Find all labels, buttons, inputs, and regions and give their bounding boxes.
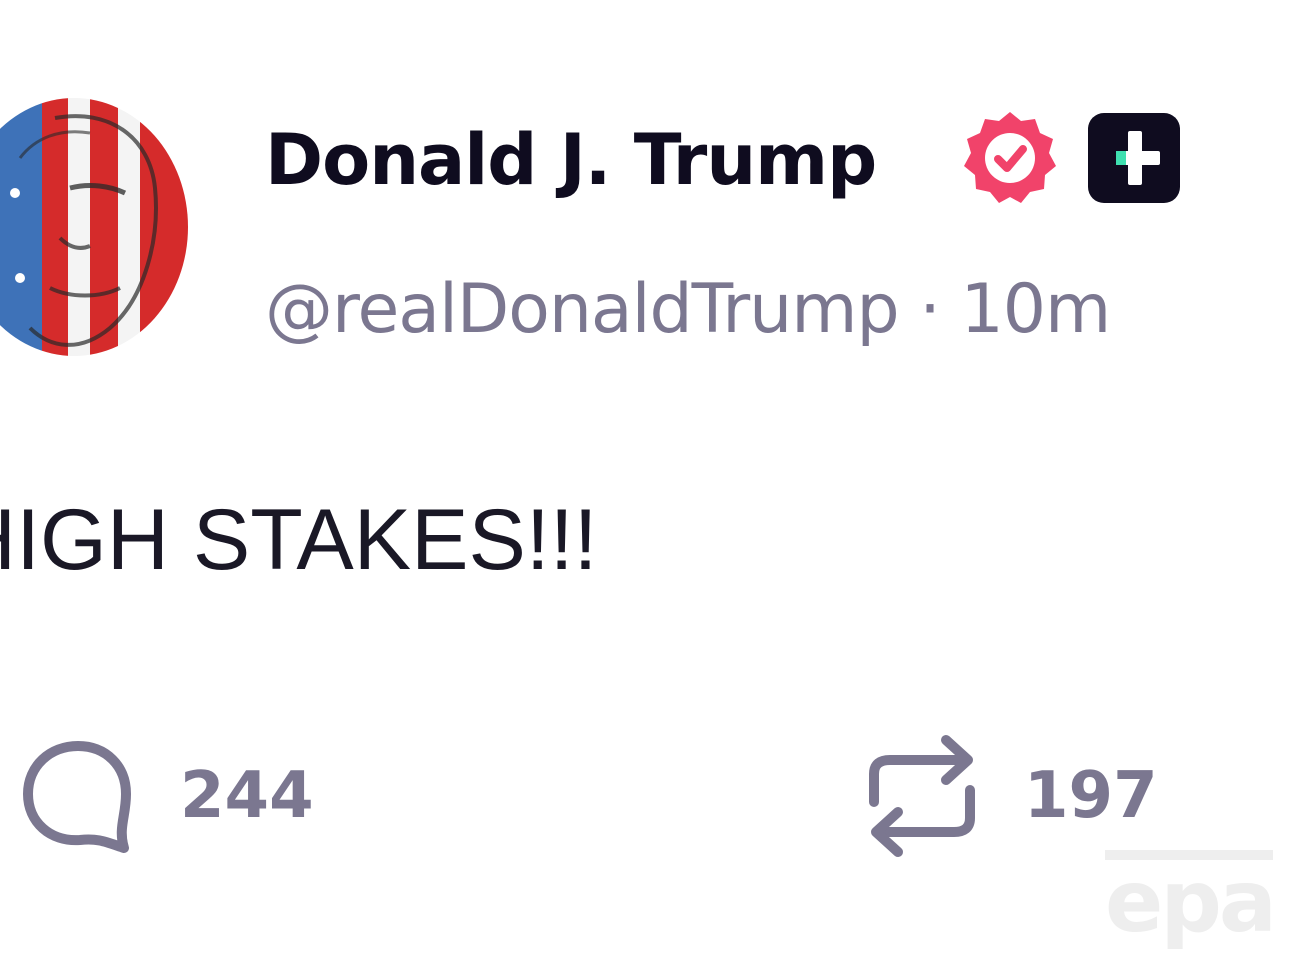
post-text: HIGH STAKES!!! <box>0 492 598 588</box>
avatar[interactable] <box>0 98 188 356</box>
author-meta: @realDonaldTrump · 10m <box>265 270 1112 350</box>
author-handle[interactable]: @realDonaldTrump <box>265 270 900 349</box>
repost-count: 197 <box>1024 759 1158 833</box>
author-display-name[interactable]: Donald J. Trump <box>265 118 877 202</box>
repost-icon <box>869 735 975 857</box>
post-timestamp[interactable]: 10m <box>961 270 1112 349</box>
repost-button[interactable]: 197 <box>862 732 1158 860</box>
reply-button[interactable]: 244 <box>18 736 314 856</box>
plus-badge-icon <box>1088 113 1180 203</box>
reply-count: 244 <box>180 759 314 833</box>
verified-badge-icon <box>964 112 1056 203</box>
flag-portrait-avatar <box>0 98 188 356</box>
meta-separator: · <box>919 270 941 349</box>
epa-watermark: epa <box>1105 850 1277 952</box>
watermark-text: epa <box>1105 852 1277 952</box>
reply-icon <box>23 741 131 853</box>
